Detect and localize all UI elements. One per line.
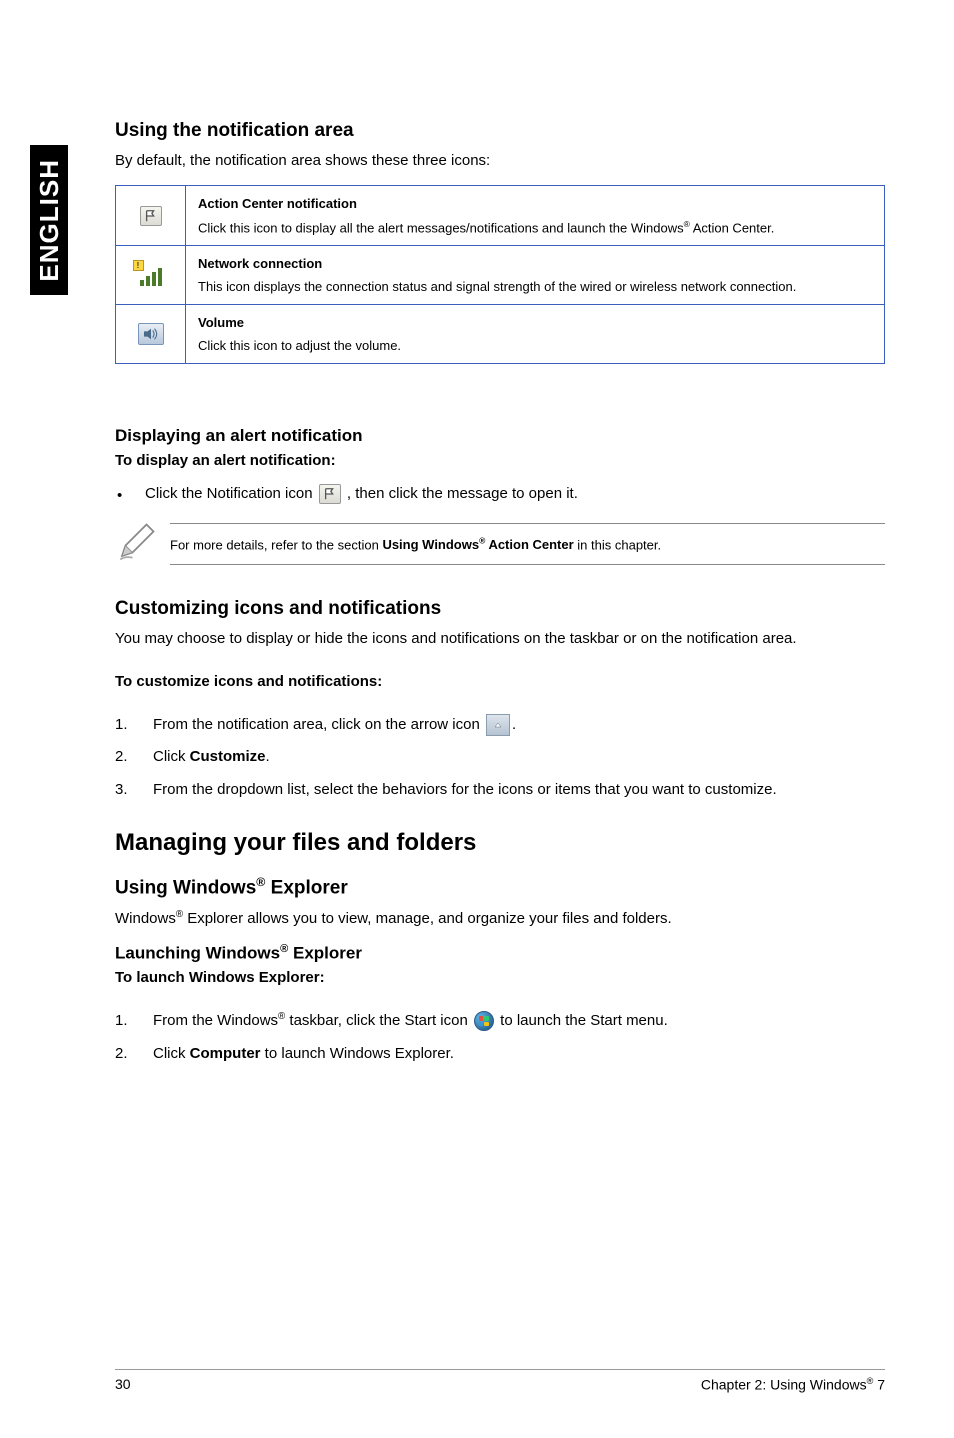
pencil-icon <box>115 521 170 568</box>
intro-span: Explorer allows you to view, manage, and… <box>183 910 672 927</box>
launching-explorer-bold: To launch Windows Explorer: <box>115 969 885 986</box>
step-text: taskbar, click the Start icon <box>285 1012 472 1029</box>
note-box: For more details, refer to the section U… <box>115 521 885 568</box>
step-text: Click <box>153 748 190 765</box>
chapter-text: 7 <box>873 1377 885 1393</box>
note-span: For more details, refer to the section <box>170 537 382 552</box>
step-text: to launch the Start menu. <box>500 1012 668 1029</box>
chapter-label: Chapter 2: Using Windows® 7 <box>701 1376 885 1393</box>
sub-span: Launching Windows <box>115 943 280 962</box>
step-text: From the dropdown list, select the behav… <box>153 781 777 798</box>
table-row: Volume Click this icon to adjust the vol… <box>116 305 885 364</box>
bullet-text: , then click the message to open it. <box>347 485 578 502</box>
row-title: Network connection <box>198 256 872 271</box>
step-number: 1. <box>115 1010 128 1033</box>
page-footer: 30 Chapter 2: Using Windows® 7 <box>115 1369 885 1393</box>
language-label: ENGLISH <box>34 159 65 282</box>
customizing-intro: You may choose to display or hide the ic… <box>115 628 885 649</box>
table-row: ! Network connection This icon displays … <box>116 246 885 305</box>
customizing-bold: To customize icons and notifications: <box>115 673 885 690</box>
note-span: Action Center <box>485 537 573 552</box>
note-span: Using Windows <box>382 537 479 552</box>
notification-flag-icon <box>319 484 341 504</box>
step-text: From the notification area, click on the… <box>153 716 484 733</box>
volume-desc: Volume Click this icon to adjust the vol… <box>186 305 885 364</box>
bullet-notification-icon: • Click the Notification icon , then cli… <box>115 483 885 506</box>
action-center-desc: Action Center notification Click this ic… <box>186 186 885 246</box>
step-text: . <box>266 748 270 765</box>
note-text: For more details, refer to the section U… <box>170 523 885 565</box>
step-text: From the Windows <box>153 1012 278 1029</box>
note-span: in this chapter. <box>574 537 661 552</box>
action-center-icon-cell <box>116 186 186 246</box>
title-span: Using Windows <box>115 878 256 899</box>
step-3-customize: 3. From the dropdown list, select the be… <box>115 779 885 802</box>
row-desc-text: Action Center. <box>690 220 775 235</box>
main-heading-managing: Managing your files and folders <box>115 829 885 857</box>
step-text: Click <box>153 1045 190 1062</box>
notification-icons-table: Action Center notification Click this ic… <box>115 185 885 364</box>
step-number: 2. <box>115 1043 128 1066</box>
customizing-title: Customizing icons and notifications <box>115 598 885 620</box>
step-text: . <box>512 716 516 733</box>
row-desc-text: This icon displays the connection status… <box>198 279 796 294</box>
page-number: 30 <box>115 1376 131 1393</box>
volume-icon-cell <box>116 305 186 364</box>
network-icon-cell: ! <box>116 246 186 305</box>
step-2-customize: 2. Click Customize. <box>115 746 885 769</box>
step-1-customize: 1. From the notification area, click on … <box>115 714 885 737</box>
step-number: 3. <box>115 779 128 802</box>
displaying-alert-bold: To display an alert notification: <box>115 452 885 469</box>
row-title: Action Center notification <box>198 196 872 211</box>
start-orb-icon <box>474 1011 494 1031</box>
language-tab: ENGLISH <box>30 145 68 295</box>
section-notification-area-title: Using the notification area <box>115 120 885 142</box>
step-bold: Customize <box>190 748 266 765</box>
row-desc-text: Click this icon to display all the alert… <box>198 220 684 235</box>
using-explorer-intro: Windows® Explorer allows you to view, ma… <box>115 908 885 929</box>
step-bold: Computer <box>190 1045 261 1062</box>
step-number: 2. <box>115 746 128 769</box>
section-notification-area-intro: By default, the notification area shows … <box>115 150 885 171</box>
network-desc: Network connection This icon displays th… <box>186 246 885 305</box>
volume-speaker-icon <box>138 323 164 345</box>
page-content: Using the notification area By default, … <box>115 120 885 1075</box>
bullet-text: Click the Notification icon <box>145 485 317 502</box>
registered-symbol: ® <box>176 909 183 920</box>
row-title: Volume <box>198 315 872 330</box>
step-2-launch: 2. Click Computer to launch Windows Expl… <box>115 1043 885 1066</box>
launching-explorer-title: Launching Windows® Explorer <box>115 943 885 964</box>
sub-span: Explorer <box>288 943 362 962</box>
step-number: 1. <box>115 714 128 737</box>
step-text: to launch Windows Explorer. <box>261 1045 454 1062</box>
step-1-launch: 1. From the Windows® taskbar, click the … <box>115 1010 885 1033</box>
chapter-text: Chapter 2: Using Windows <box>701 1377 867 1393</box>
action-center-flag-icon <box>140 206 162 226</box>
network-signal-icon: ! <box>135 262 167 286</box>
using-explorer-title: Using Windows® Explorer <box>115 875 885 899</box>
row-desc-text: Click this icon to adjust the volume. <box>198 338 401 353</box>
table-row: Action Center notification Click this ic… <box>116 186 885 246</box>
bullet-dot: • <box>117 485 122 508</box>
up-arrow-icon <box>486 714 510 736</box>
intro-span: Windows <box>115 910 176 927</box>
title-span: Explorer <box>265 878 347 899</box>
displaying-alert-title: Displaying an alert notification <box>115 426 885 446</box>
